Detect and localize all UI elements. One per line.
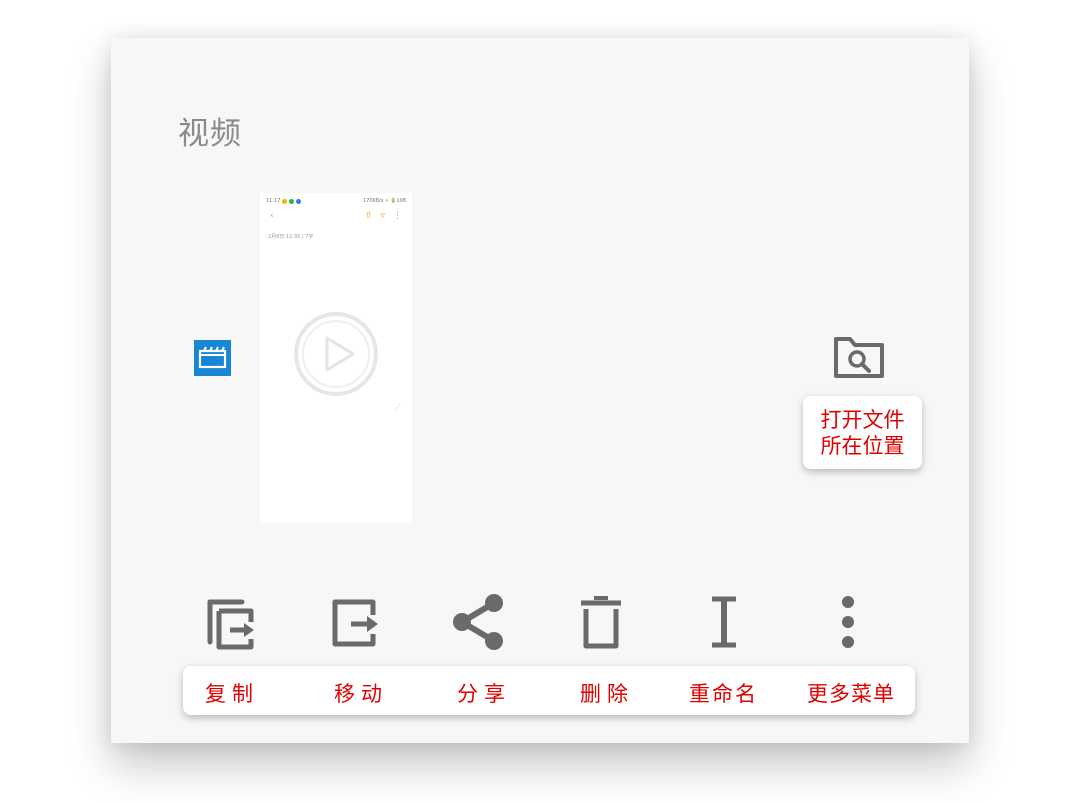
folder-search-icon[interactable] [833,334,885,380]
open-location-label-line2: 所在位置 [820,433,905,458]
thumbnail-status-right: 170KB/s ⚡ 🔋108 [362,198,406,204]
page-title: 视频 [178,116,242,152]
thumbnail-nav-bar: ‹ ⇧ ▿ ⋮ [270,211,402,221]
video-file-icon [194,340,231,376]
notification-icon [296,198,302,204]
share-label: 分享 [457,682,511,706]
delete-icon [581,596,621,649]
delete-label: 删除 [580,682,634,706]
back-icon: ‹ [270,211,274,221]
notification-icon [289,198,295,204]
thumbnail-doc-line: 2月8日 12:35 | 7字 [268,234,314,240]
video-thumbnail[interactable]: 11:17 170KB/s ⚡ 🔋108 ‹ ⇧ ▿ ⋮ 2月8日 12:35 … [260,193,412,523]
share-button[interactable] [448,592,508,652]
copy-label: 复制 [205,682,259,706]
more-small-icon: ⋮ [393,211,402,221]
thumbnail-mark: ⟋ [394,403,401,414]
rename-button[interactable] [694,592,754,652]
file-detail-panel: 视频 11:17 170KB/s ⚡ 🔋108 ‹ ⇧ ▿ ⋮ 2月8日 12:… [111,38,969,743]
thumbnail-status-time: 11:17 [266,198,281,204]
copy-button[interactable] [202,592,262,652]
more-menu-button[interactable] [818,592,878,652]
move-icon [332,599,378,647]
copy-icon [207,599,254,650]
rename-label: 重命名 [689,682,758,706]
play-icon[interactable] [293,311,379,397]
open-location-label-line1: 打开文件 [820,407,905,432]
open-location-label: 打开文件 所在位置 [803,396,922,469]
rename-icon [712,596,736,648]
more-menu-label: 更多菜单 [807,682,895,706]
shirt-icon: ▿ [380,211,385,221]
move-label: 移动 [334,682,388,706]
more-menu-icon [842,596,854,648]
thumbnail-status-bar: 11:17 170KB/s ⚡ 🔋108 [266,197,406,205]
share-small-icon: ⇧ [364,211,373,221]
move-button[interactable] [325,592,385,652]
delete-button[interactable] [571,592,631,652]
notification-icon [282,198,288,204]
share-icon [453,594,503,650]
action-labels-bar: 复制 移动 分享 删除 重命名 更多菜单 [183,666,915,715]
